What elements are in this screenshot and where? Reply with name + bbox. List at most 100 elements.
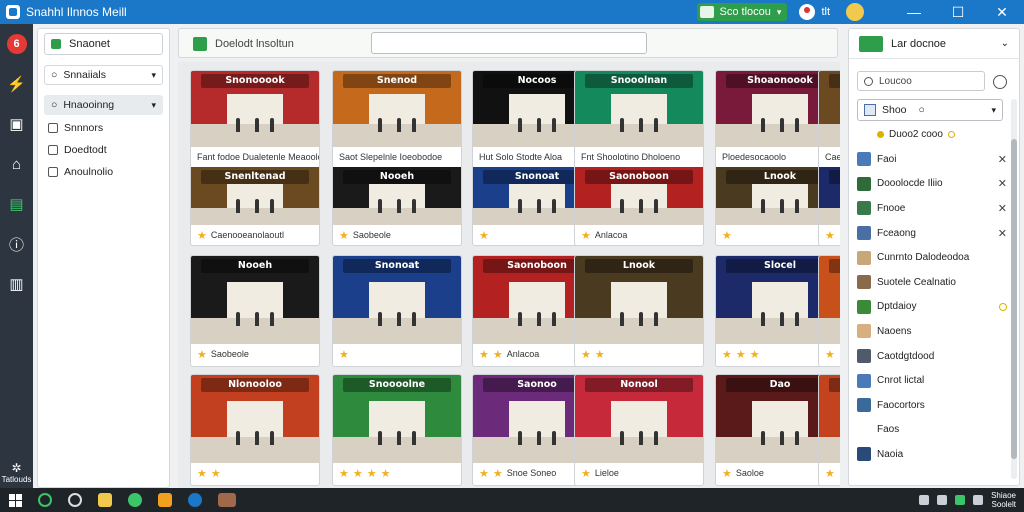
user-icon[interactable] [799,4,816,20]
right-panel-header[interactable]: Lar docnoe ⌄ [849,29,1019,59]
category-list-item[interactable]: Caotdgtdood [857,344,1007,369]
store-card[interactable]: Nonool ★ Lieloe [574,374,704,486]
store-sign: Saonoboon [585,170,693,184]
category-list-item[interactable]: Faocortors [857,393,1007,418]
store-caption: Fnt Shoolotino Dholoeno [581,152,681,162]
store-card[interactable]: Dol★★★★★Sutinoloo [818,255,840,367]
profile-avatar[interactable] [846,3,864,21]
tray-icon[interactable] [937,495,948,505]
close-button[interactable]: ✕ [980,0,1024,24]
right-panel-list: Faoi ✕ Dooolocde Iliio ✕ Fnooe ✕ Fceaong ✕ Cunrn… [857,147,1007,467]
rail-settings[interactable]: ✲ Tatlouds [0,461,33,484]
store-sign: Snooolnan [585,74,693,88]
refresh-icon[interactable] [993,75,1007,89]
category-list-item[interactable]: Dptdaioy [857,295,1007,320]
tray-icon[interactable] [955,495,966,505]
star-icon: ★ [366,467,377,480]
right-panel: Lar docnoe ⌄ Loucoo Shoo ○ ▾ Duoo2 cooo … [848,28,1020,486]
category-list-item[interactable]: Cnrot lictal [857,368,1007,393]
circle-icon: ○ [918,104,925,116]
bolt-icon[interactable]: ⚡ [0,64,33,104]
category-list-item[interactable]: Dooolocde Iliio ✕ [857,172,1007,197]
store-card[interactable]: Nooeh ★ Saobeole [190,255,320,367]
rail-bottom-label: Tatlouds [1,475,32,484]
store-card[interactable]: Snenltenad Caenooeanolaoutl Slocel ★ [818,70,840,246]
category-list-item[interactable]: Faos [857,418,1007,443]
briefcase-icon[interactable]: ▣ [0,104,33,144]
clock[interactable]: Shiaoe Soolelt [991,491,1016,509]
main-search-input[interactable] [371,32,647,54]
nav-item-0[interactable]: Snnnors [48,119,159,137]
start-button[interactable] [0,488,30,512]
sidenav-search[interactable]: Snaonet [44,33,163,55]
folder-icon [51,39,61,49]
store-thumbnail: Slocel [819,167,840,225]
store-caption-row: ★ Anlacoa [575,225,703,245]
app-title: Snahhl Ilnnos Meill [0,5,127,19]
category-label: Cnrot lictal [877,375,925,387]
terminal-icon[interactable]: ▤ [0,184,33,224]
store-card[interactable]: Snenod Saot Slepelnle Ioeobodoe Nooeh ★ Saob… [332,70,462,246]
maximize-button[interactable]: ☐ [936,0,980,24]
clock-line-2: Soolelt [991,500,1016,509]
scrollbar[interactable] [1011,99,1017,479]
category-list-item[interactable]: Fnooe ✕ [857,196,1007,221]
edge-icon[interactable] [188,493,202,507]
minimize-button[interactable]: — [892,0,936,24]
folder-icon[interactable] [98,493,112,507]
store-thumbnail: Saonoboon [575,167,703,225]
store-rating-row: ★ ★ [575,344,703,364]
store-caption: Snoe Soneo [506,468,557,478]
nav-item-2[interactable]: Anoulnolio [48,163,159,181]
clipboard-icon[interactable]: ▥ [0,264,33,304]
home-icon [193,37,207,51]
store-card[interactable]: Nooeo ★ [818,374,840,486]
nav-item-label: Anoulnolio [64,166,114,178]
store-card[interactable]: Snoooolne ★ ★ ★ ★ [332,374,462,486]
close-icon[interactable]: ✕ [998,202,1007,215]
account-label: Sco tlocou [719,6,771,18]
photos-icon[interactable] [158,493,172,507]
category-list-item[interactable]: Fceaong ✕ [857,221,1007,246]
gear-icon: ✲ [11,461,22,475]
store-caption-row: ★ [819,225,840,245]
chevron-down-icon: ▾ [991,104,996,115]
tray-icon[interactable] [919,495,930,505]
nav-group-1[interactable]: ○ Hnaooinng ▾ [44,95,163,115]
store-card[interactable]: Snooolnan Fnt Shoolotino Dholoeno Saonoboo… [574,70,704,246]
account-switcher[interactable]: Sco tlocou ▾ [696,3,788,21]
notification-button[interactable]: 6 [0,24,33,64]
category-list-item[interactable]: Faoi ✕ [857,147,1007,172]
store-card[interactable]: Snonooook Fant fodoe Dualetenle Meaoolo Sn… [190,70,320,246]
store-card[interactable]: Lnook ★ ★ [574,255,704,367]
store-rating-row: ★ ★ [191,463,319,483]
store-sign: Nonool [585,378,693,392]
nav-item-1[interactable]: Doedtodt [48,141,159,159]
info-icon[interactable]: ⓘ [0,224,33,264]
category-list-item[interactable]: Naoens [857,319,1007,344]
store-caption: Saobeole [352,230,391,240]
right-panel-select[interactable]: Shoo ○ ▾ [857,99,1003,121]
category-list-item[interactable]: Naoia [857,442,1007,467]
active-app-icon[interactable] [218,493,236,507]
scrollbar-thumb[interactable] [1011,139,1017,459]
tray-icon[interactable] [973,495,984,505]
category-list-item[interactable]: Cunrnto Dalodeodoa [857,245,1007,270]
task-view-icon[interactable] [68,493,82,507]
category-label: Naoia [877,448,904,460]
store-card[interactable]: Nlonooloo ★ ★ [190,374,320,486]
nav-group-0[interactable]: ○ Snnaiials ▾ [44,65,163,85]
close-icon[interactable]: ✕ [998,153,1007,166]
browser-icon[interactable] [128,493,142,507]
close-icon[interactable]: ✕ [998,227,1007,240]
store-caption: Anlacoa [594,230,628,240]
category-list-item[interactable]: Suotele Cealnatio [857,270,1007,295]
checkbox-icon [48,167,58,177]
checkbox-icon [48,145,58,155]
close-icon[interactable]: ✕ [998,177,1007,190]
right-panel-search[interactable]: Loucoo [857,71,985,91]
store-card[interactable]: Snonoat ★ [332,255,462,367]
home-icon[interactable]: ⌂ [0,144,33,184]
search-icon[interactable] [38,493,52,507]
status-row: Duoo2 cooo [877,127,1019,141]
